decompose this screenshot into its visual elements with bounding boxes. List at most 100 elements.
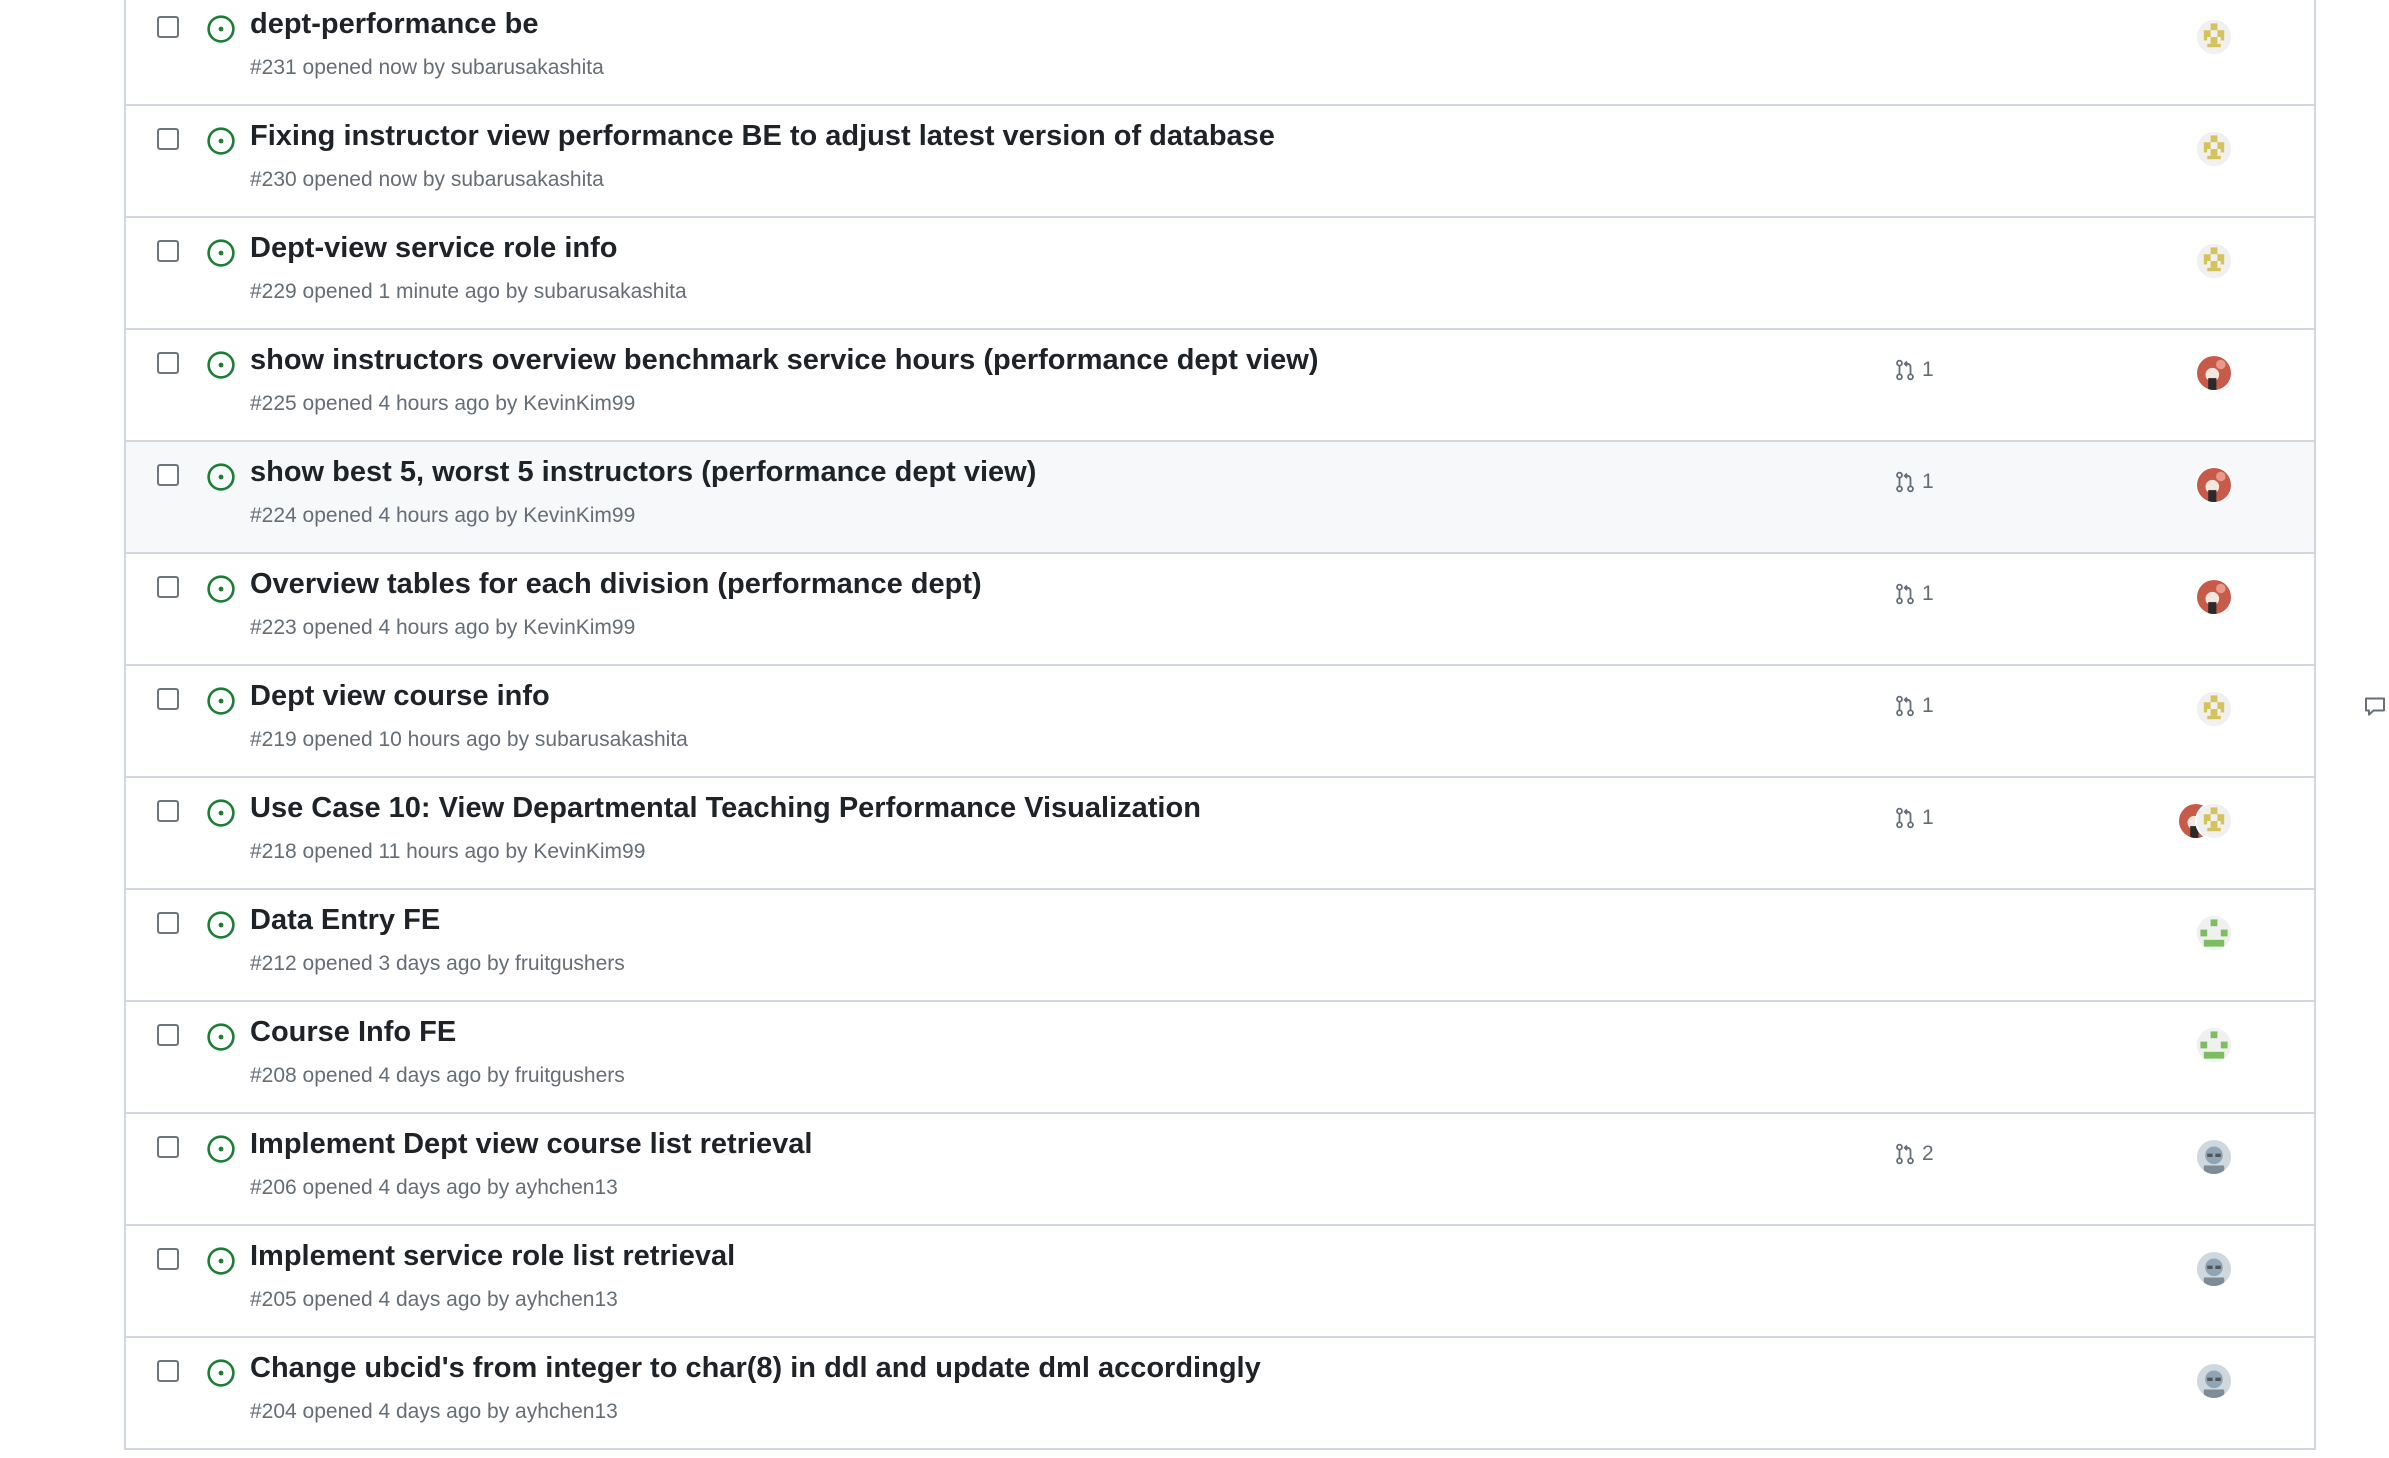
issue-meta: #231 opened now by subarusakashita (250, 56, 604, 79)
select-checkbox[interactable] (157, 128, 179, 150)
avatar-fruit[interactable] (2197, 916, 2231, 950)
issue-row[interactable]: Overview tables for each division (perfo… (126, 554, 2314, 666)
issue-meta: #230 opened now by subarusakashita (250, 168, 604, 191)
issue-open-icon (207, 575, 235, 603)
issue-title-link[interactable]: Implement service role list retrieval (250, 1240, 735, 1273)
issue-row[interactable]: Dept-view service role info #229 opened … (126, 218, 2314, 330)
issue-meta: #208 opened 4 days ago by fruitgushers (250, 1064, 625, 1087)
linked-pr-count: 1 (1922, 470, 1934, 493)
issue-list: dept-performance be #231 opened now by s… (124, 0, 2385, 1450)
pull-request-icon (1896, 807, 1914, 829)
select-checkbox[interactable] (157, 1248, 179, 1270)
issue-open-icon (207, 1135, 235, 1163)
issue-open-icon (207, 463, 235, 491)
avatar-kevin[interactable] (2197, 356, 2231, 390)
select-checkbox[interactable] (157, 352, 179, 374)
assignee-avatars (2179, 804, 2245, 840)
issue-title-link[interactable]: Data Entry FE (250, 904, 440, 937)
issue-title-link[interactable]: Implement Dept view course list retrieva… (250, 1128, 812, 1161)
select-checkbox[interactable] (157, 1024, 179, 1046)
comment-icon (2365, 697, 2385, 716)
issue-meta: #223 opened 4 hours ago by KevinKim99 (250, 616, 636, 639)
avatar-subaru[interactable] (2197, 244, 2231, 278)
issue-title-link[interactable]: Fixing instructor view performance BE to… (250, 120, 1275, 153)
linked-pr[interactable]: 1 (1894, 358, 1934, 382)
assignee-avatars (2181, 1252, 2245, 1288)
assignee-avatars (2181, 580, 2245, 616)
select-checkbox[interactable] (157, 1360, 179, 1382)
assignee-avatars (2181, 1140, 2245, 1176)
avatar-ayh[interactable] (2197, 1252, 2231, 1286)
issue-title-link[interactable]: dept-performance be (250, 8, 538, 41)
issue-title-link[interactable]: show instructors overview benchmark serv… (250, 344, 1319, 377)
issue-meta: #224 opened 4 hours ago by KevinKim99 (250, 504, 636, 527)
linked-pr-count: 1 (1922, 694, 1934, 717)
assignee-avatars (2181, 244, 2245, 280)
select-checkbox[interactable] (157, 800, 179, 822)
issue-open-icon (207, 911, 235, 939)
assignee-avatars (2181, 20, 2245, 56)
issue-title-link[interactable]: Dept view course info (250, 680, 550, 713)
issue-title-link[interactable]: Change ubcid's from integer to char(8) i… (250, 1352, 1261, 1385)
pull-request-icon (1896, 471, 1914, 493)
linked-pr-count: 1 (1922, 806, 1934, 829)
linked-pr[interactable]: 1 (1894, 582, 1934, 606)
select-checkbox[interactable] (157, 16, 179, 38)
avatar-subaru[interactable] (2197, 132, 2231, 166)
linked-pr[interactable]: 2 (1894, 1142, 1934, 1166)
issue-open-icon (207, 1359, 235, 1387)
select-checkbox[interactable] (157, 1136, 179, 1158)
issue-title-link[interactable]: Course Info FE (250, 1016, 456, 1049)
avatar-subaru[interactable] (2197, 692, 2231, 726)
issue-row[interactable]: show best 5, worst 5 instructors (perfor… (126, 442, 2314, 554)
issue-meta: #229 opened 1 minute ago by subarusakash… (250, 280, 687, 303)
select-checkbox[interactable] (157, 912, 179, 934)
linked-pr-count: 1 (1922, 358, 1934, 381)
issue-row[interactable]: Course Info FE #208 opened 4 days ago by… (126, 1002, 2314, 1114)
issue-open-icon (207, 1247, 235, 1275)
avatar-ayh[interactable] (2197, 1364, 2231, 1398)
issue-meta: #219 opened 10 hours ago by subarusakash… (250, 728, 688, 751)
pull-request-icon (1896, 359, 1914, 381)
issue-meta: #204 opened 4 days ago by ayhchen13 (250, 1400, 618, 1423)
pull-request-icon (1896, 1143, 1914, 1165)
issue-title-link[interactable]: Dept-view service role info (250, 232, 617, 265)
issue-open-icon (207, 799, 235, 827)
issue-title-link[interactable]: Overview tables for each division (perfo… (250, 568, 982, 601)
linked-pr[interactable]: 1 (1894, 806, 1934, 830)
issue-row[interactable]: dept-performance be #231 opened now by s… (126, 0, 2314, 106)
select-checkbox[interactable] (157, 464, 179, 486)
pull-request-icon (1896, 695, 1914, 717)
avatar-subaru[interactable] (2197, 20, 2231, 54)
issue-title-link[interactable]: Use Case 10: View Departmental Teaching … (250, 792, 1201, 825)
issue-open-icon (207, 239, 235, 267)
issue-row[interactable]: Implement service role list retrieval #2… (126, 1226, 2314, 1338)
select-checkbox[interactable] (157, 576, 179, 598)
issue-row[interactable]: Use Case 10: View Departmental Teaching … (126, 778, 2314, 890)
issue-meta: #206 opened 4 days ago by ayhchen13 (250, 1176, 618, 1199)
linked-pr[interactable]: 1 (1894, 470, 1934, 494)
assignee-avatars (2181, 916, 2245, 952)
linked-pr-count: 1 (1922, 582, 1934, 605)
avatar-fruit[interactable] (2197, 1028, 2231, 1062)
avatar-kevin[interactable] (2197, 468, 2231, 502)
select-checkbox[interactable] (157, 240, 179, 262)
issue-row[interactable]: Dept view course info #219 opened 10 hou… (126, 666, 2385, 778)
linked-pr-count: 2 (1922, 1142, 1934, 1165)
issue-title-link[interactable]: show best 5, worst 5 instructors (perfor… (250, 456, 1036, 489)
issue-row[interactable]: Implement Dept view course list retrieva… (126, 1114, 2314, 1226)
linked-pr[interactable]: 1 (1894, 694, 1934, 718)
avatar-ayh[interactable] (2197, 1140, 2231, 1174)
assignee-avatars (2181, 1364, 2245, 1400)
issue-open-icon (207, 687, 235, 715)
issue-row[interactable]: show instructors overview benchmark serv… (126, 330, 2314, 442)
issue-row[interactable]: Fixing instructor view performance BE to… (126, 106, 2314, 218)
avatar-subaru[interactable] (2197, 804, 2231, 838)
assignee-avatars (2181, 692, 2245, 728)
assignee-avatars (2181, 1028, 2245, 1064)
issue-row[interactable]: Change ubcid's from integer to char(8) i… (126, 1338, 2314, 1450)
comment-count-link[interactable]: 2 (2363, 694, 2389, 718)
avatar-kevin[interactable] (2197, 580, 2231, 614)
issue-row[interactable]: Data Entry FE #212 opened 3 days ago by … (126, 890, 2314, 1002)
select-checkbox[interactable] (157, 688, 179, 710)
